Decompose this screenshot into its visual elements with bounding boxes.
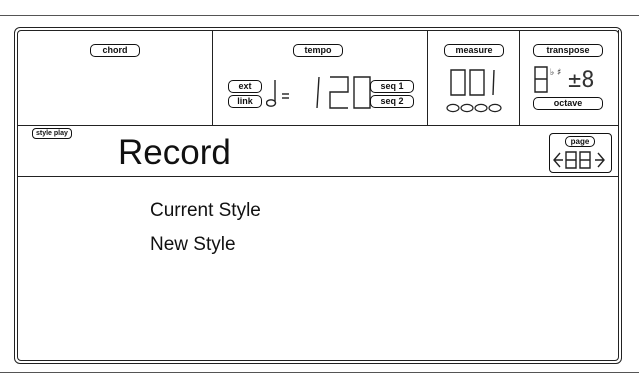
svg-text:♯: ♯ — [557, 68, 561, 78]
transpose-label: transpose — [533, 44, 603, 57]
page-label: page — [565, 136, 595, 147]
transpose-panel: transpose ♭ ♯ ±8 octave — [520, 30, 619, 125]
beat-indicators — [446, 103, 502, 113]
tempo-value-display — [316, 76, 371, 109]
seq1-indicator: seq 1 — [370, 80, 414, 93]
page-number-display — [553, 151, 605, 169]
svg-text:♭: ♭ — [550, 68, 554, 78]
chord-panel: chord — [17, 30, 213, 125]
transpose-value: ±8 — [568, 68, 595, 93]
page-value: 88 — [568, 152, 569, 153]
tempo-label: tempo — [293, 44, 343, 57]
measure-value: 001 — [448, 70, 450, 71]
measure-value-display — [450, 69, 495, 96]
page-indicator: page 88 — [549, 133, 612, 173]
link-indicator: link — [228, 95, 262, 108]
title-bar — [17, 125, 619, 177]
ext-indicator: ext — [228, 80, 262, 93]
mode-tag: style play — [32, 128, 72, 139]
bottom-rule — [0, 372, 639, 373]
seq2-indicator: seq 2 — [370, 95, 414, 108]
tempo-value: 120 — [310, 80, 312, 81]
tempo-panel: tempo ext link = 120 seq 1 seq 2 — [213, 30, 428, 125]
tempo-equals: = — [282, 81, 283, 82]
measure-panel: measure 001 — [428, 30, 520, 125]
page-title: Record — [118, 133, 231, 172]
chord-label: chord — [90, 44, 140, 57]
quarter-note-icon — [266, 80, 289, 107]
octave-label: octave — [533, 97, 603, 110]
top-rule — [0, 15, 639, 16]
key-display-icon: ♭ ♯ — [534, 66, 561, 93]
list-item-new-style[interactable]: New Style — [150, 233, 236, 257]
list-item-current-style[interactable]: Current Style — [150, 199, 261, 223]
measure-label: measure — [444, 44, 504, 57]
